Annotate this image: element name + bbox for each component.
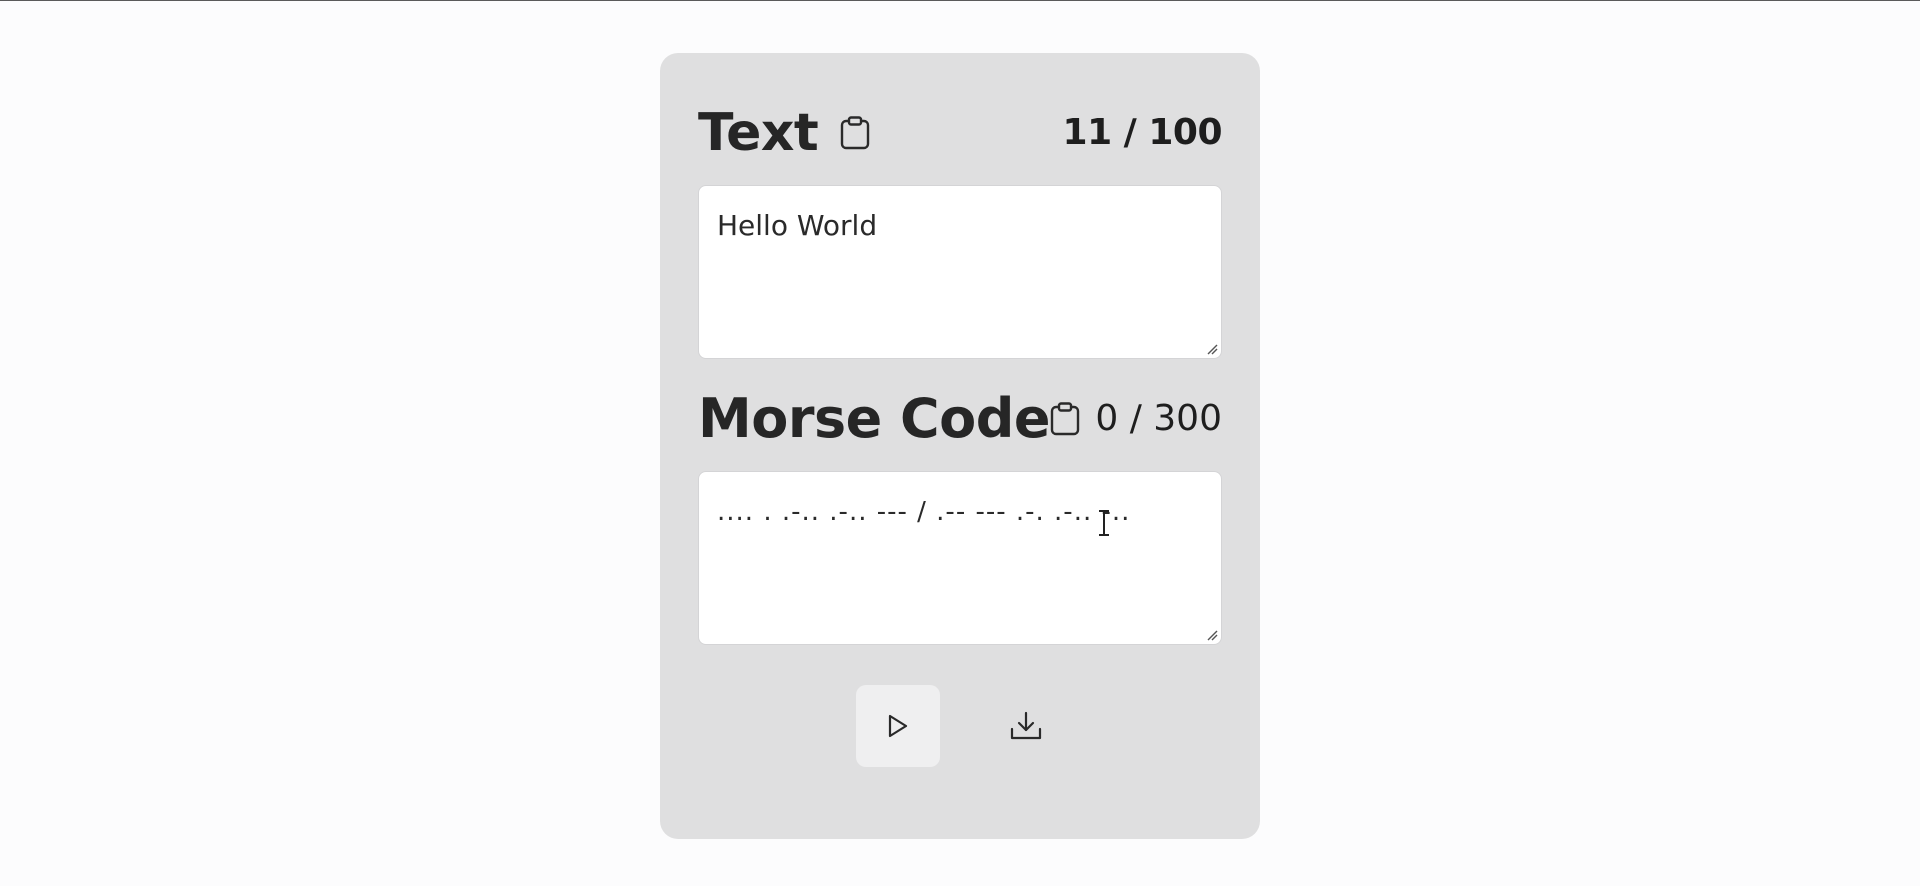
play-button[interactable] [856, 685, 940, 767]
clipboard-icon [840, 116, 870, 150]
text-cursor-icon [1099, 510, 1109, 536]
morse-input-value: .... . .-.. .-.. --- / .-- --- .-. .-.. … [717, 497, 1131, 527]
play-icon [888, 714, 908, 738]
copy-text-button[interactable] [837, 115, 873, 151]
text-section-title: Text [698, 103, 819, 163]
clipboard-icon [1050, 402, 1080, 436]
text-character-counter: 11 / 100 [1062, 112, 1223, 153]
morse-section-header: Morse Code 0 / 300 [698, 384, 1222, 454]
text-input[interactable]: Hello World [698, 185, 1222, 359]
morse-code-input[interactable]: .... . .-.. .-.. --- / .-- --- .-. .-.. … [698, 471, 1222, 645]
download-button[interactable] [984, 685, 1068, 767]
action-buttons [660, 685, 1260, 767]
window-top-border [0, 0, 1920, 1]
morse-translator-card: Text 11 / 100 Hello World Morse Code 0 /… [660, 53, 1260, 839]
text-section-header: Text 11 / 100 [698, 98, 1223, 168]
resize-handle-icon[interactable] [1206, 629, 1218, 641]
morse-section-title: Morse Code [698, 387, 1051, 450]
download-icon [1010, 711, 1042, 740]
morse-character-counter: 0 / 300 [1095, 398, 1222, 439]
text-input-value: Hello World [717, 209, 878, 242]
copy-morse-button[interactable] [1047, 401, 1083, 437]
resize-handle-icon[interactable] [1206, 343, 1218, 355]
